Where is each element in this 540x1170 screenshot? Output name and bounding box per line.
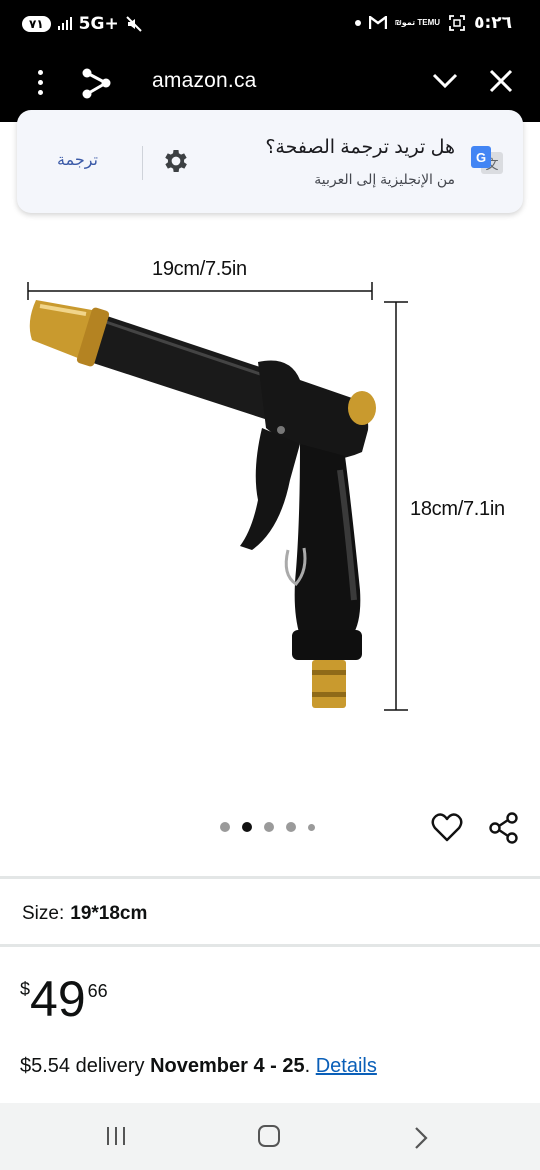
gmail-icon	[368, 16, 387, 29]
heart-icon[interactable]	[431, 813, 463, 843]
url-text[interactable]: amazon.ca	[152, 69, 257, 93]
system-nav-bar	[0, 1103, 540, 1170]
network-type: 5G+	[78, 14, 119, 34]
chevron-down-icon[interactable]	[432, 72, 458, 90]
width-dimension-label: 19cm/7.5in	[152, 258, 247, 280]
back-icon[interactable]	[412, 1126, 430, 1150]
delivery-fee: $5.54 delivery	[20, 1055, 145, 1077]
height-dimension-label: 18cm/7.1in	[410, 498, 505, 520]
share-icon[interactable]	[488, 812, 520, 844]
share-icon[interactable]	[80, 66, 112, 100]
mute-icon	[125, 16, 142, 32]
translate-prompt-card: ترجمة هل تريد ترجمة الصفحة؟ من الإنجليزي…	[17, 110, 523, 213]
carousel-dots	[220, 822, 315, 832]
carousel-dot-active[interactable]	[242, 822, 252, 832]
section-divider	[0, 944, 540, 947]
close-icon[interactable]	[488, 68, 514, 94]
delivery-period: .	[304, 1055, 311, 1077]
details-link[interactable]: Details	[316, 1055, 377, 1077]
home-icon[interactable]	[258, 1125, 280, 1147]
carousel-dot[interactable]	[308, 823, 315, 831]
notification-dot	[354, 20, 361, 26]
size-label: Size:	[22, 903, 65, 924]
recents-icon[interactable]	[107, 1127, 125, 1145]
carousel-dot[interactable]	[264, 822, 274, 832]
status-bar: ٧١ 5G+ ₪ﺗﻤﻮ TEMU ٥:٢٦	[0, 0, 540, 50]
temu-icon: ₪ﺗﻤﻮ TEMU	[394, 18, 441, 27]
price-fraction: 66	[87, 981, 108, 1001]
kebab-menu-icon[interactable]	[28, 70, 52, 100]
price-currency: $	[20, 979, 31, 999]
translate-subtitle: من الإنجليزية إلى العربية	[314, 171, 455, 187]
gear-icon[interactable]	[161, 146, 191, 176]
delivery-info: $5.54 delivery November 4 - 25. Details	[20, 1055, 377, 1078]
google-translate-icon: 文 G	[471, 146, 503, 174]
size-selector[interactable]: Size: 19*18cm	[22, 903, 147, 925]
price: $ 49 66	[20, 973, 108, 1025]
svg-text:G: G	[476, 150, 486, 165]
battery-indicator: ٧١	[22, 16, 51, 32]
translate-title: هل تريد ترجمة الصفحة؟	[265, 137, 455, 158]
signal-icon	[57, 17, 72, 30]
delivery-dates: November 4 - 25	[150, 1055, 305, 1077]
carousel-dot[interactable]	[286, 822, 296, 832]
clock: ٥:٢٦	[474, 13, 512, 33]
carousel-dot[interactable]	[220, 822, 230, 832]
price-whole: 49	[30, 971, 86, 1027]
translate-button[interactable]: ترجمة	[57, 150, 98, 170]
product-image[interactable]: 19cm/7.5in 18cm/7.1in	[0, 230, 540, 790]
screenshot-icon	[449, 15, 465, 31]
divider	[142, 146, 143, 180]
status-right: ₪ﺗﻤﻮ TEMU ٥:٢٦	[354, 13, 512, 33]
status-left: ٧١ 5G+	[22, 14, 143, 34]
size-value: 19*18cm	[70, 903, 148, 924]
section-divider	[0, 876, 540, 879]
